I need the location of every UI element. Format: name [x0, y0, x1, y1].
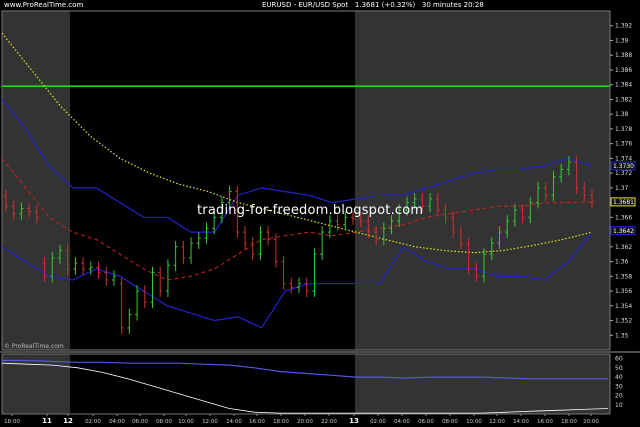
x-tick-label: 10:00	[466, 419, 482, 425]
x-tick-label: 16:00	[537, 419, 553, 425]
x-tick-label: 13	[349, 417, 359, 425]
x-tick-label: 20:00	[583, 419, 599, 425]
x-tick-label: 12:00	[202, 419, 218, 425]
session-shade-left	[2, 11, 70, 350]
y-tick-label: 1.352	[615, 318, 632, 325]
x-tick-label: 12	[63, 417, 73, 425]
x-tick-label: 18:00	[561, 419, 577, 425]
price-tag-label: 1.3681	[613, 199, 634, 206]
x-tick-label: 04:00	[109, 419, 125, 425]
y-tick-label: 1.39	[615, 37, 629, 44]
x-tick-label: 18:00	[4, 419, 20, 425]
chart-window: www.ProRealTime.com EURUSD - EUR/USD Spo…	[0, 0, 640, 427]
x-tick-label: 04:00	[394, 419, 410, 425]
x-tick-label: 18:00	[273, 419, 289, 425]
y-tick-label: 1.38	[615, 111, 629, 118]
y-tick-label: 1.382	[615, 96, 632, 103]
x-tick-label: 02:00	[85, 419, 101, 425]
price-tag-label: 1.3730	[613, 163, 634, 170]
y-tick-label: 1.366	[615, 214, 632, 221]
indicator-y-tick-label: 50	[615, 365, 623, 372]
y-tick-label: 1.36	[615, 259, 629, 266]
session-night	[70, 11, 355, 350]
x-tick-label: 22:00	[321, 419, 337, 425]
indicator-y-tick-label: 60	[615, 356, 623, 363]
x-tick-label: 06:00	[132, 419, 148, 425]
y-tick-label: 1.372	[615, 170, 632, 177]
y-tick-label: 1.358	[615, 273, 632, 280]
y-tick-label: 1.37	[615, 185, 629, 192]
x-tick-label: 12:00	[489, 419, 505, 425]
price-tag-label: 1.3642	[613, 228, 634, 235]
y-tick-label: 1.386	[615, 67, 632, 74]
session-shade-right	[355, 11, 610, 350]
x-tick-label: 02:00	[370, 419, 386, 425]
x-tick-label: 14:00	[226, 419, 242, 425]
watermark-text: trading-for-freedom.blogspot.com	[197, 203, 424, 218]
y-tick-label: 1.354	[615, 303, 632, 310]
x-tick-label: 14:00	[513, 419, 529, 425]
credit-text: © ProRealTime.com	[4, 343, 64, 350]
indicator-y-tick-label: 40	[615, 374, 623, 381]
indicator-y-tick-label: 20	[615, 393, 623, 400]
x-tick-label: 20:00	[297, 419, 313, 425]
y-tick-label: 1.362	[615, 244, 632, 251]
y-tick-label: 1.376	[615, 141, 632, 148]
y-tick-label: 1.35	[615, 332, 629, 339]
x-tick-label: 16:00	[249, 419, 265, 425]
x-tick-label: 10:00	[178, 419, 194, 425]
y-tick-label: 1.384	[615, 82, 632, 89]
y-tick-label: 1.392	[615, 23, 632, 30]
x-tick-label: 08:00	[156, 419, 172, 425]
indicator-y-tick-label: 30	[615, 383, 623, 390]
x-tick-label: 11	[42, 417, 52, 425]
y-tick-label: 1.356	[615, 288, 632, 295]
y-tick-label: 1.388	[615, 52, 632, 59]
y-tick-label: 1.378	[615, 126, 632, 133]
indicator-y-tick-label: 10	[615, 402, 623, 409]
x-tick-label: 06:00	[418, 419, 434, 425]
indicator-shade-right	[355, 354, 610, 414]
indicator-shade-left	[2, 354, 70, 414]
x-tick-label: 08:00	[442, 419, 458, 425]
